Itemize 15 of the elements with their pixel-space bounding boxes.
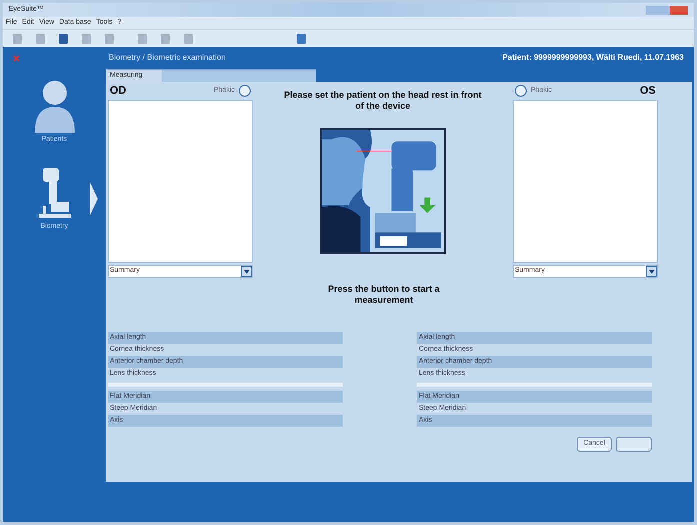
instruction-text: Press the button to start a measurement	[327, 284, 441, 306]
maximize-button[interactable]	[658, 6, 670, 14]
eye-label: OD	[110, 84, 126, 99]
patient-info: Patient: 9999999999993, Wälti Ruedi, 11.07.1963	[502, 52, 684, 64]
blank-button[interactable]	[616, 437, 652, 452]
minimize-button[interactable]	[646, 6, 658, 14]
selection-arrow-icon	[90, 182, 98, 216]
breadcrumb: Biometry / Biometric examination	[109, 52, 227, 64]
radio-button[interactable]	[239, 85, 251, 97]
instruction-text: Please set the patient on the head rest in front of the device	[283, 90, 483, 112]
close-button[interactable]	[670, 6, 688, 14]
radio-button[interactable]	[515, 85, 527, 97]
eye-label: OS	[640, 84, 656, 99]
close-icon[interactable]	[13, 54, 20, 62]
person-icon[interactable]	[32, 79, 76, 133]
